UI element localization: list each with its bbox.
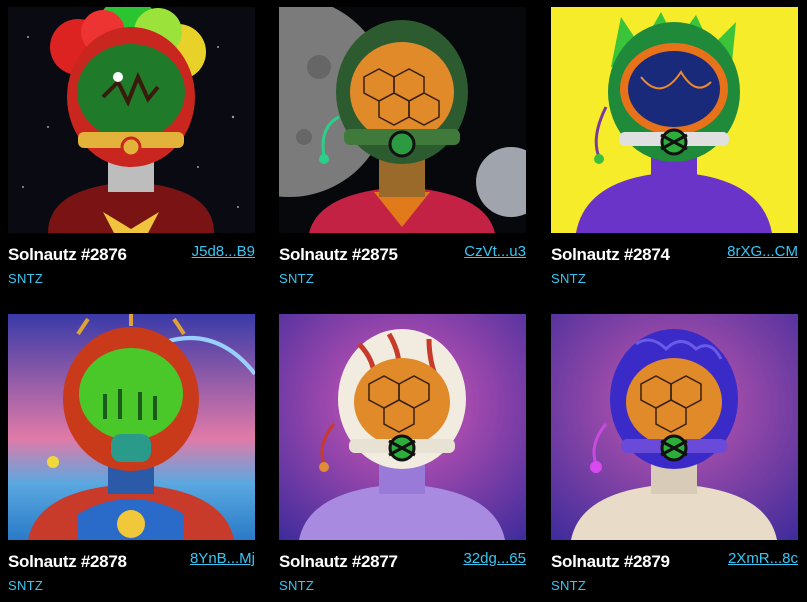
mint-address-link[interactable]: 8YnB...Mj: [190, 550, 255, 567]
nft-image[interactable]: [551, 314, 798, 540]
nft-name[interactable]: Solnautz #2878: [8, 552, 127, 572]
nft-info: Solnautz #2877 32dg...65 SNTZ: [279, 550, 526, 600]
mint-address-link[interactable]: 2XmR...8c: [728, 550, 798, 567]
nft-info: Solnautz #2878 8YnB...Mj SNTZ: [8, 550, 255, 600]
nft-info: Solnautz #2876 J5d8...B9 SNTZ: [8, 243, 255, 293]
nft-image[interactable]: [551, 7, 798, 233]
nft-info: Solnautz #2879 2XmR...8c SNTZ: [551, 550, 798, 600]
mint-address-link[interactable]: 32dg...65: [463, 550, 526, 567]
nft-image[interactable]: [279, 314, 526, 540]
nft-info: Solnautz #2874 8rXG...CM SNTZ: [551, 243, 798, 293]
nft-image[interactable]: [279, 7, 526, 233]
collection-symbol: SNTZ: [279, 271, 315, 286]
collection-symbol: SNTZ: [8, 271, 44, 286]
mint-address-link[interactable]: CzVt...u3: [464, 243, 526, 260]
mint-address-link[interactable]: 8rXG...CM: [727, 243, 798, 260]
nft-name[interactable]: Solnautz #2879: [551, 552, 670, 572]
collection-symbol: SNTZ: [551, 578, 587, 593]
collection-symbol: SNTZ: [8, 578, 44, 593]
nft-grid: Solnautz #2876 J5d8...B9 SNTZ Solnautz #…: [0, 0, 807, 602]
collection-symbol: SNTZ: [551, 271, 587, 286]
nft-name[interactable]: Solnautz #2875: [279, 245, 398, 265]
nft-image[interactable]: [8, 314, 255, 540]
nft-name[interactable]: Solnautz #2874: [551, 245, 670, 265]
nft-info: Solnautz #2875 CzVt...u3 SNTZ: [279, 243, 526, 293]
mint-address-link[interactable]: J5d8...B9: [192, 243, 255, 260]
nft-name[interactable]: Solnautz #2876: [8, 245, 127, 265]
nft-name[interactable]: Solnautz #2877: [279, 552, 398, 572]
nft-image[interactable]: [8, 7, 255, 233]
collection-symbol: SNTZ: [279, 578, 315, 593]
